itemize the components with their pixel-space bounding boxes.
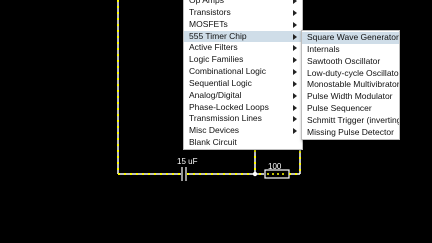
submenu-arrow-icon: [293, 92, 297, 99]
menu-item-analog-digital[interactable]: Analog/Digital: [184, 90, 302, 102]
submenu-arrow-icon: [293, 104, 297, 111]
menu-item-label: Square Wave Generator: [307, 32, 399, 42]
submenu-arrow-icon: [293, 21, 297, 28]
menu-item-blank-circuit[interactable]: Blank Circuit: [184, 137, 302, 149]
menu-item-label: Pulse Width Modulator: [307, 91, 393, 102]
menu-item-label: Low-duty-cycle Oscillator: [307, 67, 399, 78]
menu-item-label: Transistors: [189, 6, 231, 17]
menu-item-label: Schmitt Trigger (inverting): [307, 114, 399, 125]
menu-item-mosfets[interactable]: MOSFETs: [184, 19, 302, 31]
menu-item-phase-locked-loops[interactable]: Phase-Locked Loops: [184, 102, 302, 114]
submenu-arrow-icon: [293, 57, 297, 64]
menu-item-label: Blank Circuit: [189, 137, 237, 148]
submenu-arrow-icon: [293, 69, 297, 76]
submenu-arrow-icon: [293, 80, 297, 87]
menu-item-transmission-lines[interactable]: Transmission Lines: [184, 113, 302, 125]
menu-item-label: Sawtooth Oscillator: [307, 55, 381, 66]
menu-item-label: Phase-Locked Loops: [189, 101, 269, 112]
menu-item-label: Logic Families: [189, 54, 244, 65]
menu-item-label: MOSFETs: [189, 18, 228, 29]
capacitor-label: 15 uF: [177, 157, 198, 166]
submenu-item-monostable-multivibrator[interactable]: Monostable Multivibrator: [302, 79, 399, 91]
timer-chip-submenu: Square Wave Generator Internals Sawtooth O…: [301, 30, 400, 140]
submenu-arrow-icon: [293, 45, 297, 52]
menu-item-label: Combinational Logic: [189, 66, 267, 77]
menu-item-555-timer-chip[interactable]: 555 Timer Chip: [184, 30, 302, 43]
menu-item-label: Pulse Sequencer: [307, 103, 372, 114]
menu-item-label: Analog/Digital: [189, 89, 242, 100]
menu-item-label: Missing Pulse Detector: [307, 126, 394, 137]
circuits-menu: Op Amps Transistors MOSFETs 555 Timer Chip A…: [183, 0, 303, 150]
submenu-item-schmitt-trigger-inverting[interactable]: Schmitt Trigger (inverting): [302, 115, 399, 127]
submenu-arrow-icon: [293, 128, 297, 135]
junction-node[interactable]: [252, 171, 258, 177]
submenu-arrow-icon: [293, 0, 297, 4]
submenu-item-sawtooth-oscillator[interactable]: Sawtooth Oscillator: [302, 56, 399, 68]
capacitor[interactable]: [181, 167, 187, 181]
submenu-item-internals[interactable]: Internals: [302, 44, 399, 56]
submenu-item-missing-pulse-detector[interactable]: Missing Pulse Detector: [302, 127, 399, 139]
menu-item-label: Op Amps: [189, 0, 224, 5]
menu-item-label: 555 Timer Chip: [189, 30, 247, 41]
submenu-arrow-icon: [293, 9, 297, 16]
submenu-arrow-icon: [293, 33, 297, 40]
submenu-arrow-icon: [293, 116, 297, 123]
menu-item-label: Transmission Lines: [189, 113, 262, 124]
submenu-item-low-duty-cycle-oscillator[interactable]: Low-duty-cycle Oscillator: [302, 68, 399, 80]
menu-item-label: Misc Devices: [189, 125, 240, 136]
menu-item-logic-families[interactable]: Logic Families: [184, 54, 302, 66]
submenu-item-square-wave-generator[interactable]: Square Wave Generator: [302, 32, 399, 44]
menu-item-misc-devices[interactable]: Misc Devices: [184, 125, 302, 137]
resistor-label: 100: [268, 162, 282, 171]
menu-item-label: Sequential Logic: [189, 77, 252, 88]
menu-item-label: Internals: [307, 43, 340, 54]
menu-item-label: Active Filters: [189, 42, 238, 53]
menu-item-label: Monostable Multivibrator: [307, 79, 399, 90]
menu-item-sequential-logic[interactable]: Sequential Logic: [184, 78, 302, 90]
menu-item-combinational-logic[interactable]: Combinational Logic: [184, 66, 302, 78]
menu-item-transistors[interactable]: Transistors: [184, 7, 302, 19]
submenu-item-pulse-width-modulator[interactable]: Pulse Width Modulator: [302, 91, 399, 103]
menu-item-op-amps[interactable]: Op Amps: [184, 0, 302, 7]
submenu-item-pulse-sequencer[interactable]: Pulse Sequencer: [302, 103, 399, 115]
menu-item-active-filters[interactable]: Active Filters: [184, 42, 302, 54]
resistor[interactable]: [264, 169, 290, 179]
